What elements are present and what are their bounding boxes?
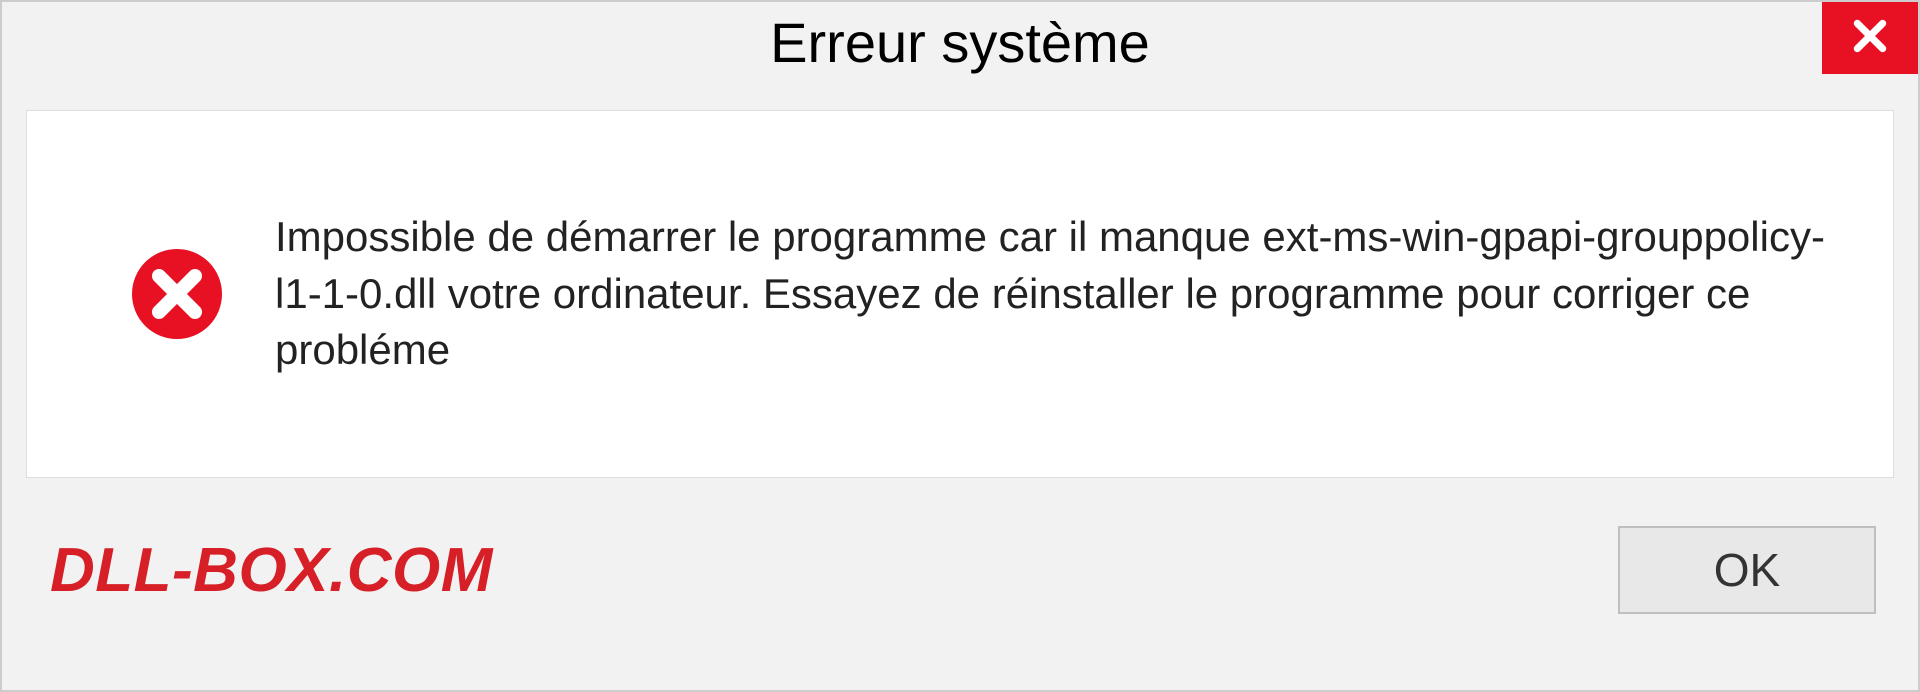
error-message: Impossible de démarrer le programme car … <box>275 209 1833 379</box>
watermark: DLL-BOX.COM <box>50 535 493 606</box>
close-icon <box>1851 17 1889 60</box>
close-button[interactable] <box>1822 2 1918 74</box>
dialog-title: Erreur système <box>770 10 1150 75</box>
titlebar: Erreur système <box>2 2 1918 92</box>
ok-button-label: OK <box>1714 543 1780 597</box>
error-icon <box>127 244 227 344</box>
footer: DLL-BOX.COM OK <box>2 526 1918 614</box>
ok-button[interactable]: OK <box>1618 526 1876 614</box>
content-panel: Impossible de démarrer le programme car … <box>26 110 1894 478</box>
